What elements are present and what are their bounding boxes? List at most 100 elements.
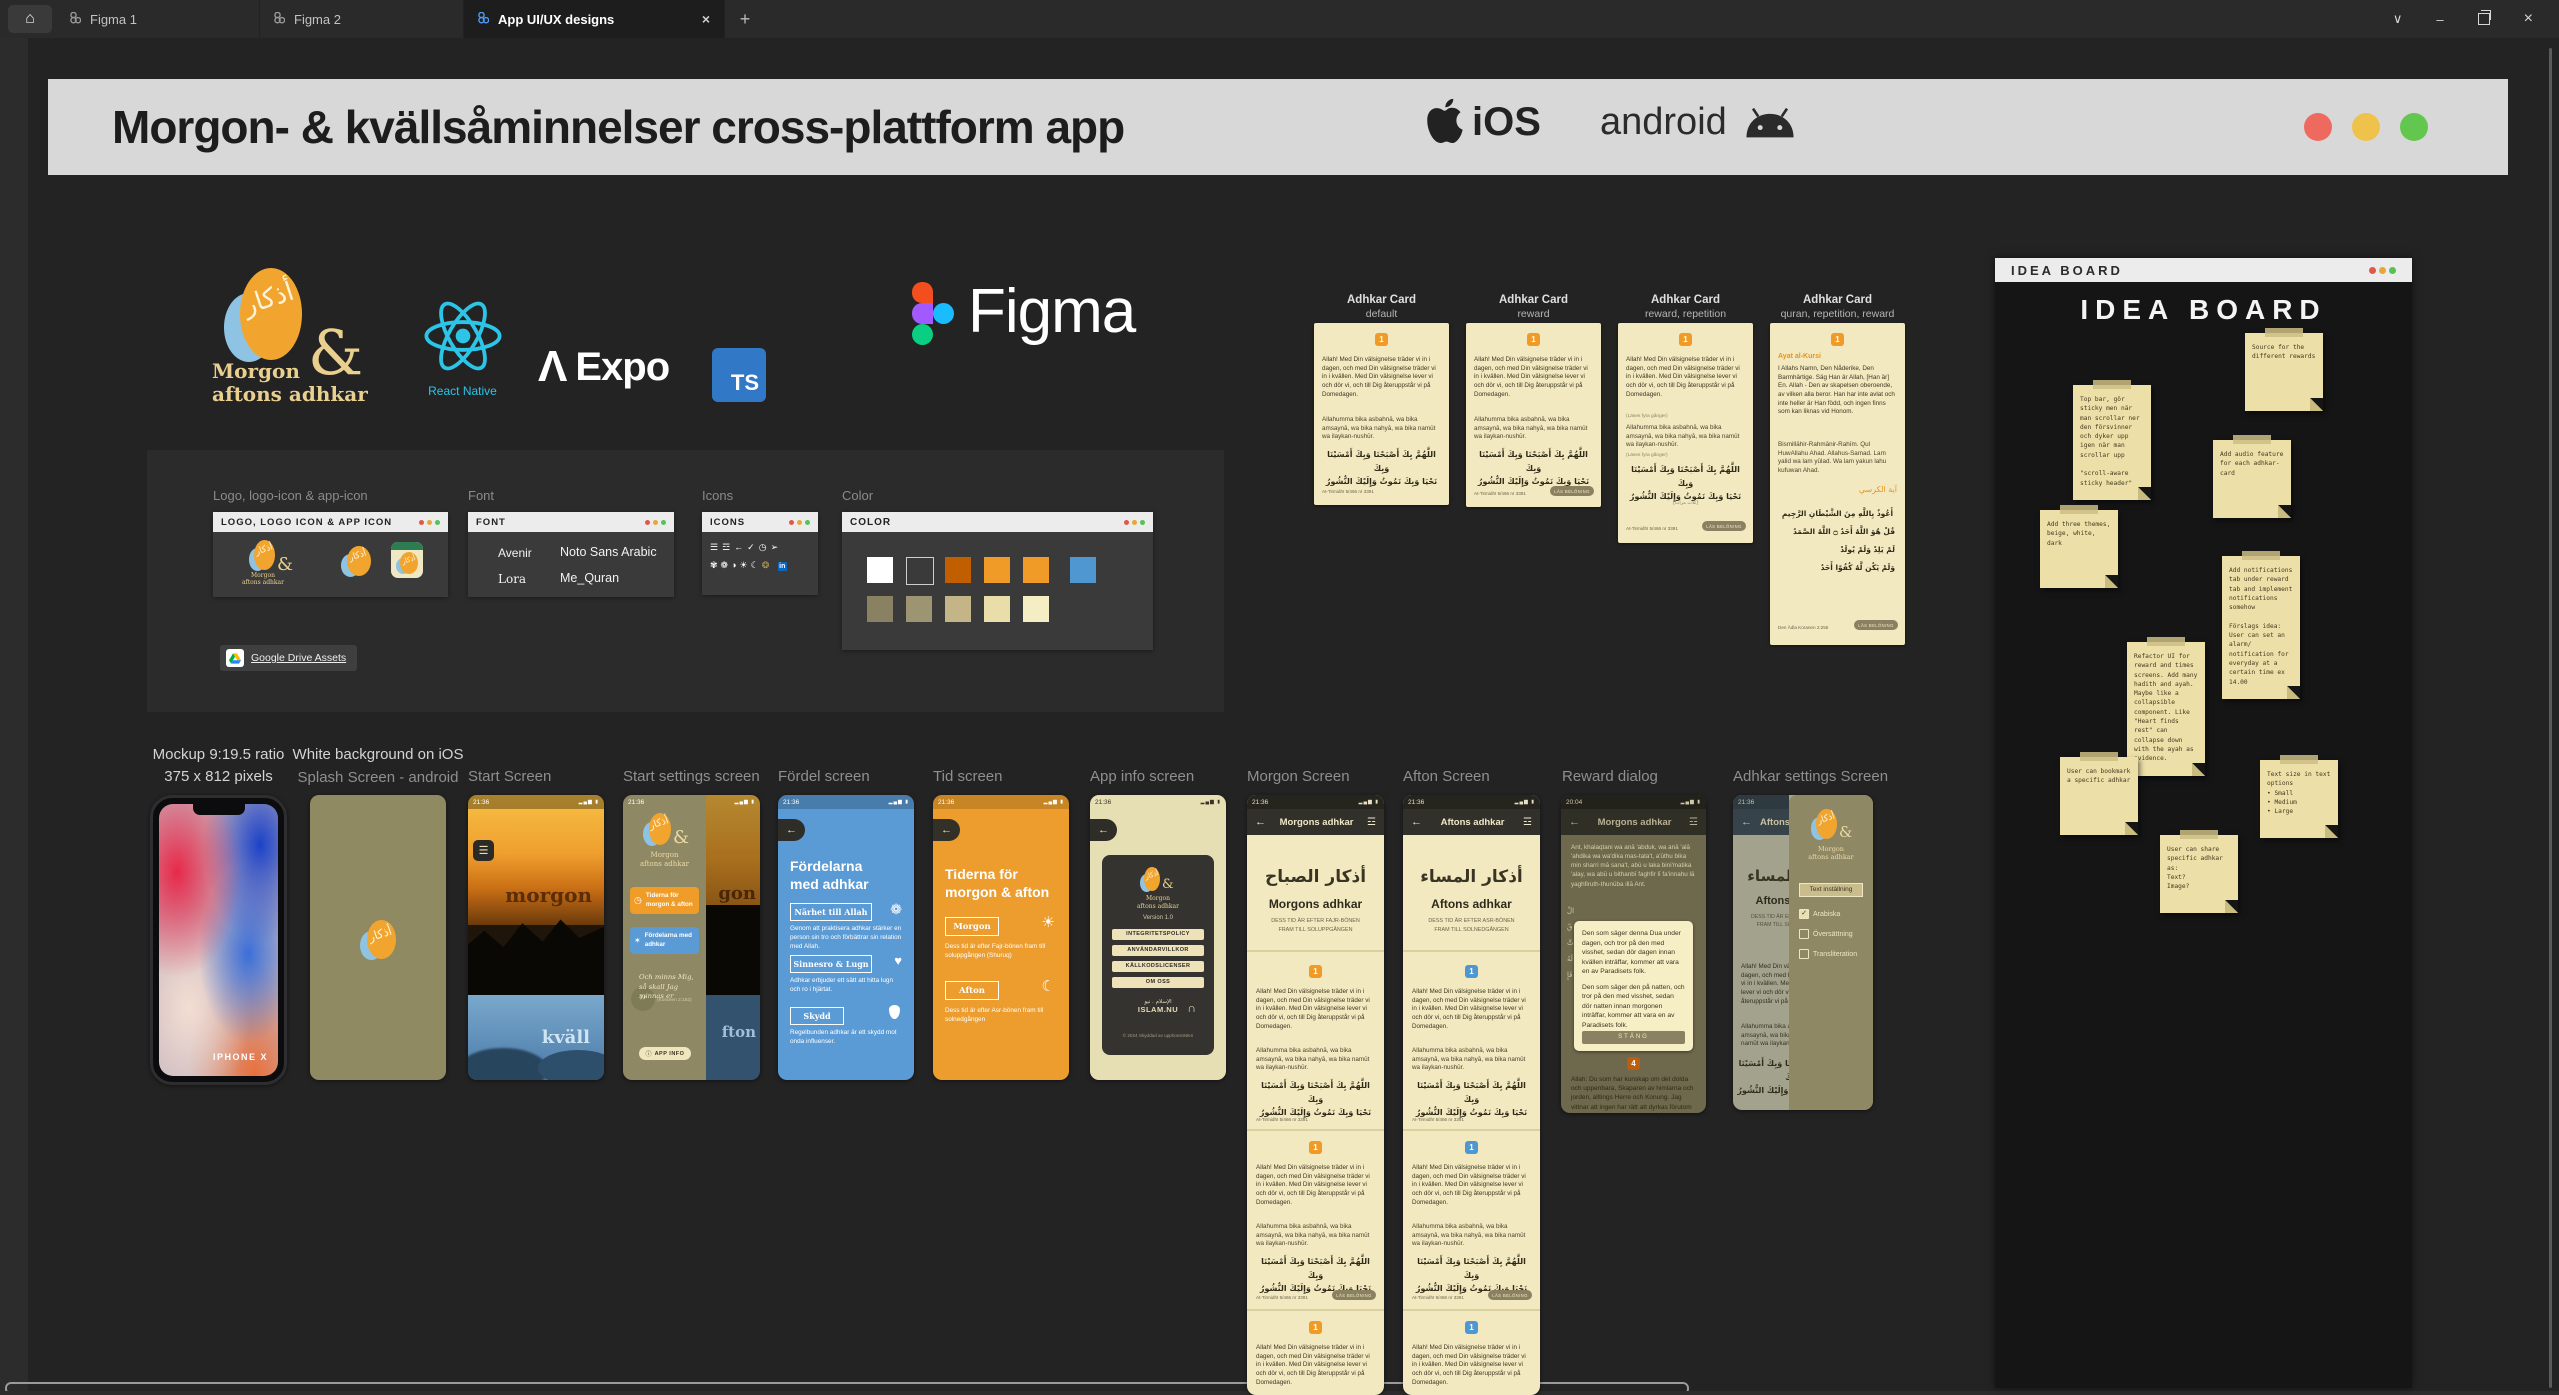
back-arrow-icon[interactable]: ←	[1411, 816, 1422, 828]
terms-button[interactable]: ANVÄNDARVILLKOR	[1112, 945, 1204, 956]
sticky-note-refactor-ui[interactable]: Refactor UI for reward and times screens…	[2127, 642, 2205, 776]
design-system-panel[interactable]: Logo, logo-icon & app-icon Font Icons Co…	[147, 450, 1224, 712]
logo-window[interactable]: LOGO, LOGO ICON & APP ICON أذكار & Morgo…	[213, 512, 448, 597]
expo-logo[interactable]: Λ Expo	[538, 342, 669, 392]
sticky-note-text-size[interactable]: Text size in text options • Small • Medi…	[2260, 760, 2338, 838]
home-icon[interactable]: ⌂	[8, 5, 52, 33]
benefit-button-2[interactable]: Sinnesro & Lugn	[790, 955, 872, 973]
sticky-note-audio-feature[interactable]: Add audio feature for each adhkar-card	[2213, 440, 2291, 518]
swatch-olive-dark[interactable]	[867, 596, 893, 622]
back-button[interactable]: ←	[933, 819, 960, 841]
tab-figma-2[interactable]: Figma 2	[260, 0, 464, 38]
swatch-light-tan[interactable]	[984, 596, 1010, 622]
back-arrow-icon[interactable]: ←	[1255, 816, 1266, 828]
afton-screen-label: Afton Screen	[1403, 768, 1490, 785]
close-tab-icon[interactable]: ×	[702, 11, 710, 27]
benefit-button-3[interactable]: Skydd	[790, 1007, 844, 1025]
adhkar-card-frame-title[interactable]: Adhkar Card	[1466, 294, 1601, 306]
reward-dialog[interactable]: Den som säger denna Dua under dagen, och…	[1574, 921, 1693, 1051]
figma-logo[interactable]: Figma	[912, 280, 1202, 365]
sticky-note-bookmark[interactable]: User can bookmark a specific adhkar	[2060, 757, 2138, 835]
sticky-note-themes[interactable]: Add three themes, beige, white, dark	[2040, 510, 2118, 588]
licenses-button[interactable]: KÄLLKODSLICENSER	[1112, 961, 1204, 972]
sticky-note-rewards-source[interactable]: Source for the different rewards	[2245, 333, 2323, 411]
iphone-mockup[interactable]: IPHONE X	[150, 795, 287, 1085]
back-button[interactable]: ←	[778, 819, 805, 841]
read-reward-button[interactable]: LÄS BELÖNING	[1854, 620, 1898, 630]
swatch-cream[interactable]	[1023, 596, 1049, 622]
adhkar-card-frame-title[interactable]: Adhkar Card	[1314, 294, 1449, 306]
read-reward-button[interactable]: LÄS BELÖNING	[1488, 1290, 1532, 1300]
morgon-button[interactable]: Morgon	[945, 917, 999, 936]
read-reward-button[interactable]: LÄS BELÖNING	[1332, 1290, 1376, 1300]
sticky-note-notifications[interactable]: Add notifications tab under reward tab a…	[2222, 556, 2300, 699]
repetition-badge: 1	[1831, 333, 1844, 346]
close-icon[interactable]: ×	[2524, 10, 2533, 28]
sticky-note-sticky-header[interactable]: Top bar, gör sticky men när man scrollar…	[2073, 385, 2151, 500]
swatch-orange[interactable]	[984, 557, 1010, 583]
restore-icon[interactable]	[2478, 13, 2490, 25]
swatch-dark-orange[interactable]	[945, 557, 971, 583]
back-arrow-icon[interactable]: ←	[1569, 816, 1580, 828]
start-settings-screen[interactable]: gon fton أذكار & Morgonaftons adhkar ◷ T…	[623, 795, 760, 1080]
close-dialog-button[interactable]: STÄNG	[1582, 1031, 1685, 1044]
about-button[interactable]: OM OSS	[1112, 977, 1204, 988]
font-window[interactable]: FONT Avenir Noto Sans Arabic Lora Me_Qur…	[468, 512, 674, 597]
swatch-white[interactable]	[867, 557, 893, 583]
filter-icon[interactable]: ☲	[1523, 817, 1532, 828]
reward-dialog-screen[interactable]: 20:04▂▄▆ ▮ ← Morgons adhkar ☲ Ant, khala…	[1561, 795, 1706, 1113]
adhkar-card-frame-title[interactable]: Adhkar Card	[1770, 294, 1905, 306]
idea-board-window[interactable]: IDEA BOARD IDEA BOARD Source for the dif…	[1995, 258, 2412, 1388]
app-logo[interactable]: أذكار & Morgonaftons adhkar	[212, 268, 412, 413]
swatch-dark[interactable]	[906, 557, 934, 585]
sticky-note-share[interactable]: User can share specific adhkar as: Text?…	[2160, 835, 2238, 913]
afton-button[interactable]: Afton	[945, 981, 999, 1000]
morgon-screen[interactable]: 21:36▂▄▆ ▮ ← Morgons adhkar ☲ أذكار الصب…	[1247, 795, 1384, 1395]
react-native-logo[interactable]: React Native	[415, 295, 510, 407]
back-button[interactable]: ←	[1090, 819, 1117, 841]
google-drive-assets-link[interactable]: Google Drive Assets	[220, 645, 357, 671]
tid-screen[interactable]: 21:36▂▄▆ ▮ ← Tiderna förmorgon & afton M…	[933, 795, 1069, 1080]
color-window[interactable]: COLOR	[842, 512, 1153, 650]
tab-app-uiux-designs[interactable]: App UI/UX designs ×	[464, 0, 725, 38]
splash-screen[interactable]: أذكار	[310, 795, 446, 1080]
project-title-banner[interactable]: Morgon- & kvällsåminnelser cross-plattfo…	[48, 79, 2508, 175]
new-tab-button[interactable]: +	[725, 0, 765, 38]
android-label: android	[1600, 101, 1727, 144]
adhkar-card-reward[interactable]: 1 Allah! Med Din välsignelse träder vi i…	[1466, 323, 1601, 507]
privacy-policy-button[interactable]: INTEGRITETSPOLICY	[1112, 929, 1204, 940]
typescript-logo[interactable]: TS	[712, 348, 766, 402]
read-reward-button[interactable]: LÄS BELÖNING	[1702, 521, 1746, 531]
benefit-button-1[interactable]: Närhet till Allah	[790, 903, 872, 921]
adhkar-card-default[interactable]: 1 Allah! Med Din välsignelse träder vi i…	[1314, 323, 1449, 505]
option-arabiska[interactable]: ✓Arabiska	[1799, 909, 1840, 919]
adhkar-card-quran[interactable]: 1 Ayat al-Kursi I Allahs Namn, Den Nåder…	[1770, 323, 1905, 645]
option-oversattning[interactable]: Översättning	[1799, 929, 1853, 939]
app-info-screen[interactable]: 21:36▂▄▆ ▮ ← أذكار & Morgonaftons adhkar…	[1090, 795, 1226, 1080]
chevron-down-icon[interactable]: ∨	[2393, 11, 2403, 27]
menu-button[interactable]: ☰	[473, 840, 494, 861]
fordel-screen[interactable]: 21:36▂▄▆ ▮ ← Fördelarnamed adhkar Närhet…	[778, 795, 914, 1080]
times-button[interactable]: ◷ Tiderna för morgon & afton	[630, 887, 699, 914]
benefits-button[interactable]: ✶ Fördelarna med adhkar	[630, 927, 699, 954]
icons-window[interactable]: ICONS ☰☲←✓◷➢ ✾❁◑☀☾❂ in	[702, 512, 818, 595]
moon-icon: ☾	[751, 560, 762, 570]
adhkar-settings-screen[interactable]: 21:36 ← Aftons adhkar أذكار المساء Afton…	[1733, 795, 1873, 1110]
tab-figma-1[interactable]: Figma 1	[56, 0, 260, 38]
read-reward-button[interactable]: LÄS BELÖNING	[1550, 486, 1594, 496]
option-transliteration[interactable]: Transliteration	[1799, 949, 1857, 959]
filter-icon[interactable]: ☲	[1367, 817, 1376, 828]
filter-icon[interactable]: ☲	[1689, 817, 1698, 828]
swatch-orange-2[interactable]	[1023, 557, 1049, 583]
swatch-tan[interactable]	[945, 596, 971, 622]
swatch-olive[interactable]	[906, 596, 932, 622]
start-screen[interactable]: morgon kväll 21:36▂▄▆ ▮ ☰	[468, 795, 604, 1080]
adhkar-card-frame-title[interactable]: Adhkar Card	[1618, 294, 1753, 306]
adhkar-card-reward-repetition[interactable]: 1 Allah! Med Din välsignelse träder vi i…	[1618, 323, 1753, 543]
vertical-scrollbar[interactable]	[2549, 48, 2552, 1388]
app-info-button[interactable]: ⓘ APP INFO	[639, 1047, 691, 1060]
swatch-blue[interactable]	[1070, 557, 1096, 583]
minimize-icon[interactable]: –	[2436, 12, 2443, 27]
time-subtitle: DESS TID ÄR EFTER ASR-BÖNENFRAM TILL SOL…	[1403, 917, 1540, 934]
afton-screen[interactable]: 21:36▂▄▆ ▮ ← Aftons adhkar ☲ أذكار المسا…	[1403, 795, 1540, 1395]
